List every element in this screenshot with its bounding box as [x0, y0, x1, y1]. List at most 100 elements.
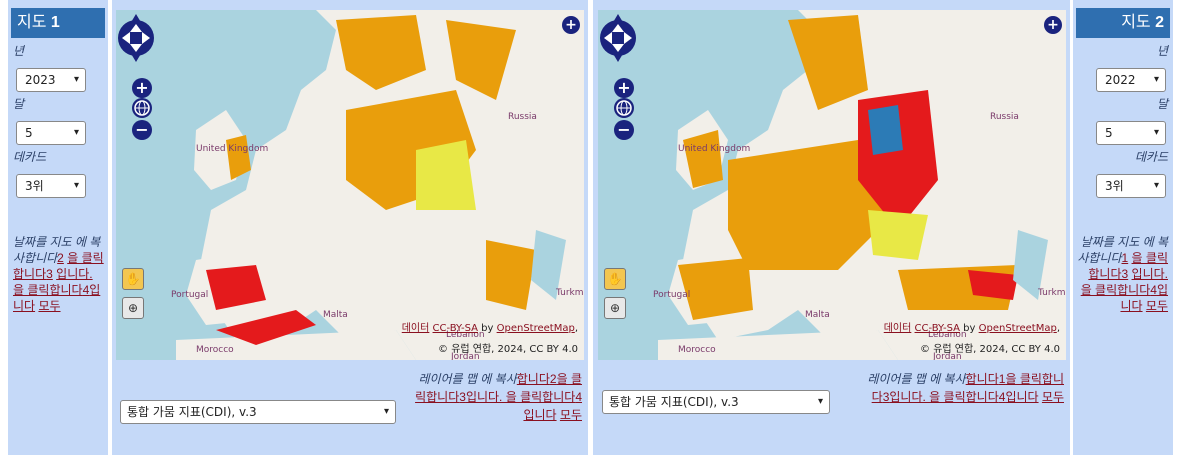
map2-copy-date-link-3[interactable]: 3 — [1122, 267, 1129, 281]
map1-attr-osm[interactable]: OpenStreetMap — [497, 323, 575, 334]
map2-layer-copy-link-all[interactable]: 모두 — [1042, 390, 1064, 404]
map1-month-value: 5 — [25, 126, 33, 140]
map1-canvas[interactable]: + − + ✋ ⊕ Russia United Kingdom Portugal… — [116, 10, 584, 360]
map2-dekad-select[interactable]: 3위 ▾ — [1096, 174, 1166, 198]
map1-layer-copy-link-3[interactable]: 3 — [459, 390, 466, 404]
map2-month-select[interactable]: 5 ▾ — [1096, 121, 1166, 145]
chevron-down-icon: ▾ — [73, 74, 79, 85]
hand-pan-icon[interactable]: ✋ — [604, 268, 626, 290]
place-portugal: Portugal — [653, 290, 691, 300]
place-malta: Malta — [805, 310, 830, 320]
map1-attr-ccbysa[interactable]: CC-BY-SA — [433, 323, 478, 334]
map2-attr-osm[interactable]: OpenStreetMap — [979, 323, 1057, 334]
place-malta: Malta — [323, 310, 348, 320]
map1-year-select[interactable]: 2023 ▾ — [16, 68, 86, 92]
map1-layer-copy: 레이어를 맵 에 복사합니다2을 클릭합니다3입니다. 을 클릭합니다4입니다 … — [412, 370, 582, 424]
map2-layer-copy-link-a[interactable]: 합니다 — [966, 372, 999, 386]
map2-copy-date: 날짜를 지도 에 복사합니다1 을 클릭합니다3 입니다. 을 클릭합니다4입니… — [1076, 234, 1168, 314]
map1-layer-copy-link-2[interactable]: 2 — [550, 372, 557, 386]
map2-header-number: 2 — [1155, 14, 1164, 31]
map1-attribution-line2: © 유럽 연합, 2024, CC BY 4.0 — [438, 344, 578, 355]
map1-layer-select[interactable]: 통합 가뭄 지표(CDI), v.3 ▾ — [120, 400, 396, 424]
map1-attribution-line1: 데이터 CC-BY-SA by OpenStreetMap, — [401, 323, 578, 334]
place-uk: United Kingdom — [678, 144, 751, 154]
map2-attribution-line1: 데이터 CC-BY-SA by OpenStreetMap, — [883, 323, 1060, 334]
chevron-down-icon: ▾ — [1153, 74, 1159, 85]
map2-copy-date-link-4[interactable]: 4 — [1150, 283, 1157, 297]
place-morocco: Morocco — [678, 345, 716, 355]
zoom-in-icon[interactable]: + — [132, 78, 152, 98]
drought-recovery-baltic — [868, 105, 903, 155]
map1-layer-copy-link-4[interactable]: 4 — [575, 390, 582, 404]
map2-year-value: 2022 — [1105, 73, 1136, 87]
pan-arrows-icon[interactable] — [598, 10, 638, 66]
map2-header: 지도 2 — [1076, 8, 1170, 38]
zoom-out-icon[interactable]: − — [132, 120, 152, 140]
map1-drought-map — [116, 10, 584, 360]
map2-copy-date-link-all[interactable]: 모두 — [1146, 299, 1168, 313]
map1-header-number: 1 — [50, 14, 60, 31]
chevron-down-icon: ▾ — [73, 180, 79, 191]
chevron-down-icon: ▾ — [73, 127, 79, 138]
place-turkm: Turkm — [556, 288, 584, 298]
map2-layer-copy-link-d[interactable]: 입니다 — [1005, 390, 1038, 404]
chevron-down-icon: ▾ — [383, 406, 389, 417]
map2-copy-date-link-1[interactable]: 1 — [1122, 251, 1129, 265]
map2-year-select[interactable]: 2022 ▾ — [1096, 68, 1166, 92]
place-portugal: Portugal — [171, 290, 209, 300]
pan-arrows-icon[interactable] — [116, 10, 156, 66]
place-morocco: Morocco — [196, 345, 234, 355]
map2-canvas[interactable]: + − + ✋ ⊕ Russia United Kingdom Portugal… — [598, 10, 1066, 360]
drought-watch-north — [416, 140, 476, 210]
map1-year-label: 년 — [13, 44, 25, 58]
globe-icon[interactable] — [132, 98, 152, 118]
map2-date-sidebar: 지도 2 년 2022 ▾ 달 5 ▾ 데카드 3위 ▾ 날짜를 지도 에 복사… — [1073, 0, 1173, 455]
map1-year-value: 2023 — [25, 73, 56, 87]
chevron-down-icon: ▾ — [1153, 180, 1159, 191]
map1-layer-copy-link-d[interactable]: 입니다 — [523, 408, 556, 422]
map1-dekad-select[interactable]: 3위 ▾ — [16, 174, 86, 198]
expand-plus-icon[interactable]: + — [1044, 16, 1062, 34]
map2-attr-by: by — [963, 323, 976, 334]
map1-copy-date-link-2[interactable]: 2 — [57, 251, 64, 265]
hand-pan-icon[interactable]: ✋ — [122, 268, 144, 290]
map1-copy-date-link-all[interactable]: 모두 — [38, 299, 60, 313]
map1-layer-copy-link-all[interactable]: 모두 — [560, 408, 582, 422]
map2-attribution-line2: © 유럽 연합, 2024, CC BY 4.0 — [920, 344, 1060, 355]
place-turkm: Turkm — [1038, 288, 1066, 298]
zoom-in-icon[interactable]: + — [614, 78, 634, 98]
map1-layer-copy-link-c[interactable]: 입니다. 을 클릭합니다 — [466, 390, 575, 404]
map2-year-label: 년 — [1156, 44, 1168, 58]
zoom-box-icon[interactable]: ⊕ — [122, 297, 144, 319]
map1-layer-copy-link-a[interactable]: 합니다 — [517, 372, 550, 386]
map1-dekad-label: 데카드 — [13, 150, 47, 164]
map1-layer-value: 통합 가뭄 지표(CDI), v.3 — [127, 405, 257, 419]
map2-layer-copy-link-c[interactable]: 입니다. 을 클릭합니다 — [889, 390, 998, 404]
map1-panel: + − + ✋ ⊕ Russia United Kingdom Portugal… — [112, 0, 588, 455]
map2-drought-map — [598, 10, 1066, 360]
map2-layer-copy-text: 레이어를 맵 에 복사 — [867, 372, 966, 386]
place-russia: Russia — [508, 112, 537, 122]
map2-month-value: 5 — [1105, 126, 1113, 140]
chevron-down-icon: ▾ — [1153, 127, 1159, 138]
map2-attr-ccbysa[interactable]: CC-BY-SA — [915, 323, 960, 334]
map2-dekad-value: 3위 — [1105, 179, 1124, 193]
map2-attr-prefix[interactable]: 데이터 — [884, 323, 912, 334]
zoom-box-icon[interactable]: ⊕ — [604, 297, 626, 319]
chevron-down-icon: ▾ — [817, 396, 823, 407]
map1-month-select[interactable]: 5 ▾ — [16, 121, 86, 145]
map1-header-title: 지도 — [17, 14, 47, 31]
place-uk: United Kingdom — [196, 144, 269, 154]
map1-attr-prefix[interactable]: 데이터 — [402, 323, 430, 334]
map2-dekad-label: 데카드 — [1134, 150, 1168, 164]
map2-layer-select[interactable]: 통합 가뭄 지표(CDI), v.3 ▾ — [602, 390, 830, 414]
map1-month-label: 달 — [13, 97, 25, 111]
zoom-out-icon[interactable]: − — [614, 120, 634, 140]
map1-copy-date: 날짜를 지도 에 복사합니다2 을 클릭합니다3 입니다. 을 클릭합니다4입니… — [13, 234, 105, 314]
map2-layer-copy: 레이어를 맵 에 복사합니다1을 클릭합니다3입니다. 을 클릭합니다4입니다 … — [862, 370, 1064, 406]
expand-plus-icon[interactable]: + — [562, 16, 580, 34]
map1-attr-by: by — [481, 323, 494, 334]
map1-copy-date-link-3[interactable]: 3 — [46, 267, 53, 281]
map1-header: 지도 1 — [11, 8, 105, 38]
globe-icon[interactable] — [614, 98, 634, 118]
